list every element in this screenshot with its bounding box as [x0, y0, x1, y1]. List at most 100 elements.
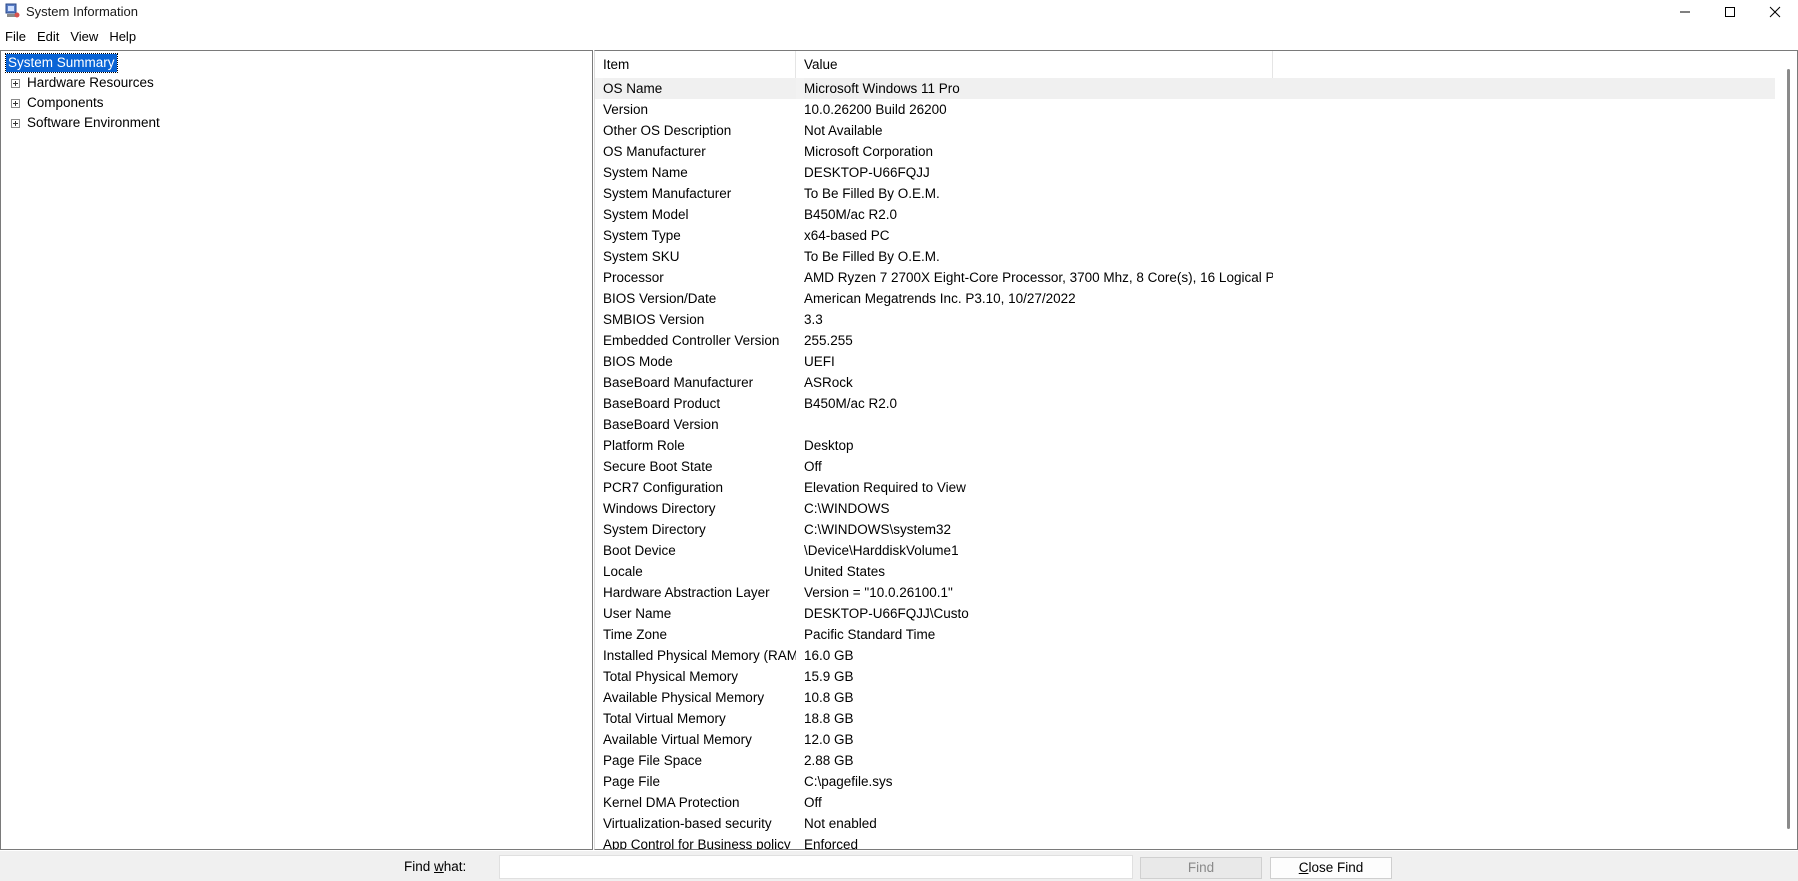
- table-row[interactable]: Processor AMD Ryzen 7 2700X Eight-Core Pr…: [595, 267, 1775, 288]
- table-row[interactable]: BIOS Version/Date American Megatrends Inc…: [595, 288, 1775, 309]
- cell-item: Processor: [603, 270, 664, 285]
- find-what-input[interactable]: [499, 855, 1133, 879]
- cell-value: C:\pagefile.sys: [804, 774, 893, 789]
- find-label-prefix: Find: [404, 859, 435, 874]
- close-icon: [1769, 6, 1781, 18]
- minimize-button[interactable]: [1662, 0, 1708, 24]
- table-row[interactable]: BIOS Mode UEFI: [595, 351, 1775, 372]
- menu-edit[interactable]: Edit: [32, 27, 65, 47]
- plus-expander-icon[interactable]: [11, 119, 20, 128]
- cell-item: Page File: [603, 774, 661, 789]
- table-row[interactable]: Windows Directory C:\WINDOWS: [595, 498, 1775, 519]
- close-find-label: lose Find: [1308, 860, 1364, 875]
- cell-item: App Control for Business policy: [603, 837, 791, 850]
- table-row[interactable]: Other OS Description Not Available: [595, 120, 1775, 141]
- table-row[interactable]: Page File C:\pagefile.sys: [595, 771, 1775, 792]
- cell-value: 2.88 GB: [804, 753, 854, 768]
- menu-bar: File Edit View Help: [0, 27, 142, 47]
- cell-value: 16.0 GB: [804, 648, 854, 663]
- cell-item: System Type: [603, 228, 681, 243]
- table-row[interactable]: Total Virtual Memory 18.8 GB: [595, 708, 1775, 729]
- cell-value: 3.3: [804, 312, 823, 327]
- cell-value: 255.255: [804, 333, 853, 348]
- menu-view[interactable]: View: [65, 27, 104, 47]
- table-row[interactable]: Version 10.0.26200 Build 26200: [595, 99, 1775, 120]
- cell-item: Page File Space: [603, 753, 703, 768]
- cell-value: Off: [804, 459, 822, 474]
- cell-value: United States: [804, 564, 886, 579]
- maximize-button[interactable]: [1707, 0, 1753, 24]
- table-row[interactable]: Time Zone Pacific Standard Time: [595, 624, 1775, 645]
- table-row[interactable]: BaseBoard Version: [595, 414, 1775, 435]
- table-row[interactable]: Available Virtual Memory 12.0 GB: [595, 729, 1775, 750]
- table-row[interactable]: Platform Role Desktop: [595, 435, 1775, 456]
- column-header-value[interactable]: Value: [796, 51, 1273, 78]
- tree-item-label: Components: [27, 95, 104, 110]
- table-row[interactable]: System SKU To Be Filled By O.E.M.: [595, 246, 1775, 267]
- maximize-icon: [1725, 7, 1735, 17]
- cell-value: 15.9 GB: [804, 669, 854, 684]
- table-row[interactable]: Hardware Abstraction Layer Version = "10.…: [595, 582, 1775, 603]
- column-header-item[interactable]: Item: [595, 51, 796, 78]
- table-row[interactable]: PCR7 Configuration Elevation Required to …: [595, 477, 1775, 498]
- table-row[interactable]: Kernel DMA Protection Off: [595, 792, 1775, 813]
- cell-item: Hardware Abstraction Layer: [603, 585, 770, 600]
- cell-value: C:\WINDOWS\system32: [804, 522, 952, 537]
- cell-item: Embedded Controller Version: [603, 333, 780, 348]
- cell-item: Available Physical Memory: [603, 690, 765, 705]
- table-row[interactable]: Total Physical Memory 15.9 GB: [595, 666, 1775, 687]
- vertical-scrollbar[interactable]: [1779, 51, 1797, 849]
- cell-value: C:\WINDOWS: [804, 501, 890, 516]
- plus-expander-icon[interactable]: [11, 99, 20, 108]
- table-row[interactable]: Available Physical Memory 10.8 GB: [595, 687, 1775, 708]
- find-button[interactable]: Find: [1140, 857, 1262, 879]
- table-row[interactable]: App Control for Business policy Enforced: [595, 834, 1775, 850]
- cell-value: Not Available: [804, 123, 883, 138]
- table-row[interactable]: Embedded Controller Version 255.255: [595, 330, 1775, 351]
- tree-item-system-summary[interactable]: System Summary: [5, 53, 118, 73]
- cell-value: Off: [804, 795, 822, 810]
- table-row[interactable]: Secure Boot State Off: [595, 456, 1775, 477]
- cell-item: Platform Role: [603, 438, 685, 453]
- cell-item: Boot Device: [603, 543, 676, 558]
- table-row[interactable]: System Name DESKTOP-U66FQJJ: [595, 162, 1775, 183]
- cell-value: x64-based PC: [804, 228, 890, 243]
- table-row[interactable]: System Manufacturer To Be Filled By O.E.M…: [595, 183, 1775, 204]
- cell-value: DESKTOP-U66FQJJ: [804, 165, 930, 180]
- table-row[interactable]: Locale United States: [595, 561, 1775, 582]
- plus-expander-icon[interactable]: [11, 79, 20, 88]
- cell-value: Microsoft Corporation: [804, 144, 934, 159]
- menu-help[interactable]: Help: [104, 27, 142, 47]
- table-row[interactable]: Installed Physical Memory (RAM) 16.0 GB: [595, 645, 1775, 666]
- tree-item-label: Hardware Resources: [27, 75, 154, 90]
- cell-item: Total Physical Memory: [603, 669, 739, 684]
- table-row[interactable]: System Directory C:\WINDOWS\system32: [595, 519, 1775, 540]
- table-row[interactable]: User Name DESKTOP-U66FQJJ\Custo: [595, 603, 1775, 624]
- cell-item: BIOS Mode: [603, 354, 673, 369]
- table-row[interactable]: BaseBoard Manufacturer ASRock: [595, 372, 1775, 393]
- table-row[interactable]: BaseBoard Product B450M/ac R2.0: [595, 393, 1775, 414]
- cell-item: System Directory: [603, 522, 706, 537]
- cell-item: Total Virtual Memory: [603, 711, 726, 726]
- cell-value: Elevation Required to View: [804, 480, 966, 495]
- table-row[interactable]: OS Manufacturer Microsoft Corporation: [595, 141, 1775, 162]
- table-row[interactable]: System Model B450M/ac R2.0: [595, 204, 1775, 225]
- close-button[interactable]: [1752, 0, 1798, 24]
- cell-value: 10.0.26200 Build 26200: [804, 102, 947, 117]
- table-row[interactable]: Virtualization-based security Not enabled: [595, 813, 1775, 834]
- close-find-button[interactable]: Close Find: [1270, 857, 1392, 879]
- find-label-suffix: hat:: [443, 859, 467, 874]
- find-what-label: Find what:: [404, 859, 466, 874]
- cell-value: DESKTOP-U66FQJJ\Custo: [804, 606, 969, 621]
- menu-file[interactable]: File: [0, 27, 32, 47]
- table-row[interactable]: Page File Space 2.88 GB: [595, 750, 1775, 771]
- details-list[interactable]: Item Value OS Name Microsoft Windows 11 P…: [594, 50, 1798, 850]
- table-row[interactable]: Boot Device \Device\HarddiskVolume1: [595, 540, 1775, 561]
- table-row[interactable]: OS Name Microsoft Windows 11 Pro: [595, 78, 1775, 99]
- cell-item: System Name: [603, 165, 688, 180]
- category-tree[interactable]: System Summary Hardware Resources Compon…: [0, 50, 593, 850]
- scrollbar-thumb[interactable]: [1787, 69, 1790, 829]
- table-row[interactable]: System Type x64-based PC: [595, 225, 1775, 246]
- cell-value: Not enabled: [804, 816, 877, 831]
- table-row[interactable]: SMBIOS Version 3.3: [595, 309, 1775, 330]
